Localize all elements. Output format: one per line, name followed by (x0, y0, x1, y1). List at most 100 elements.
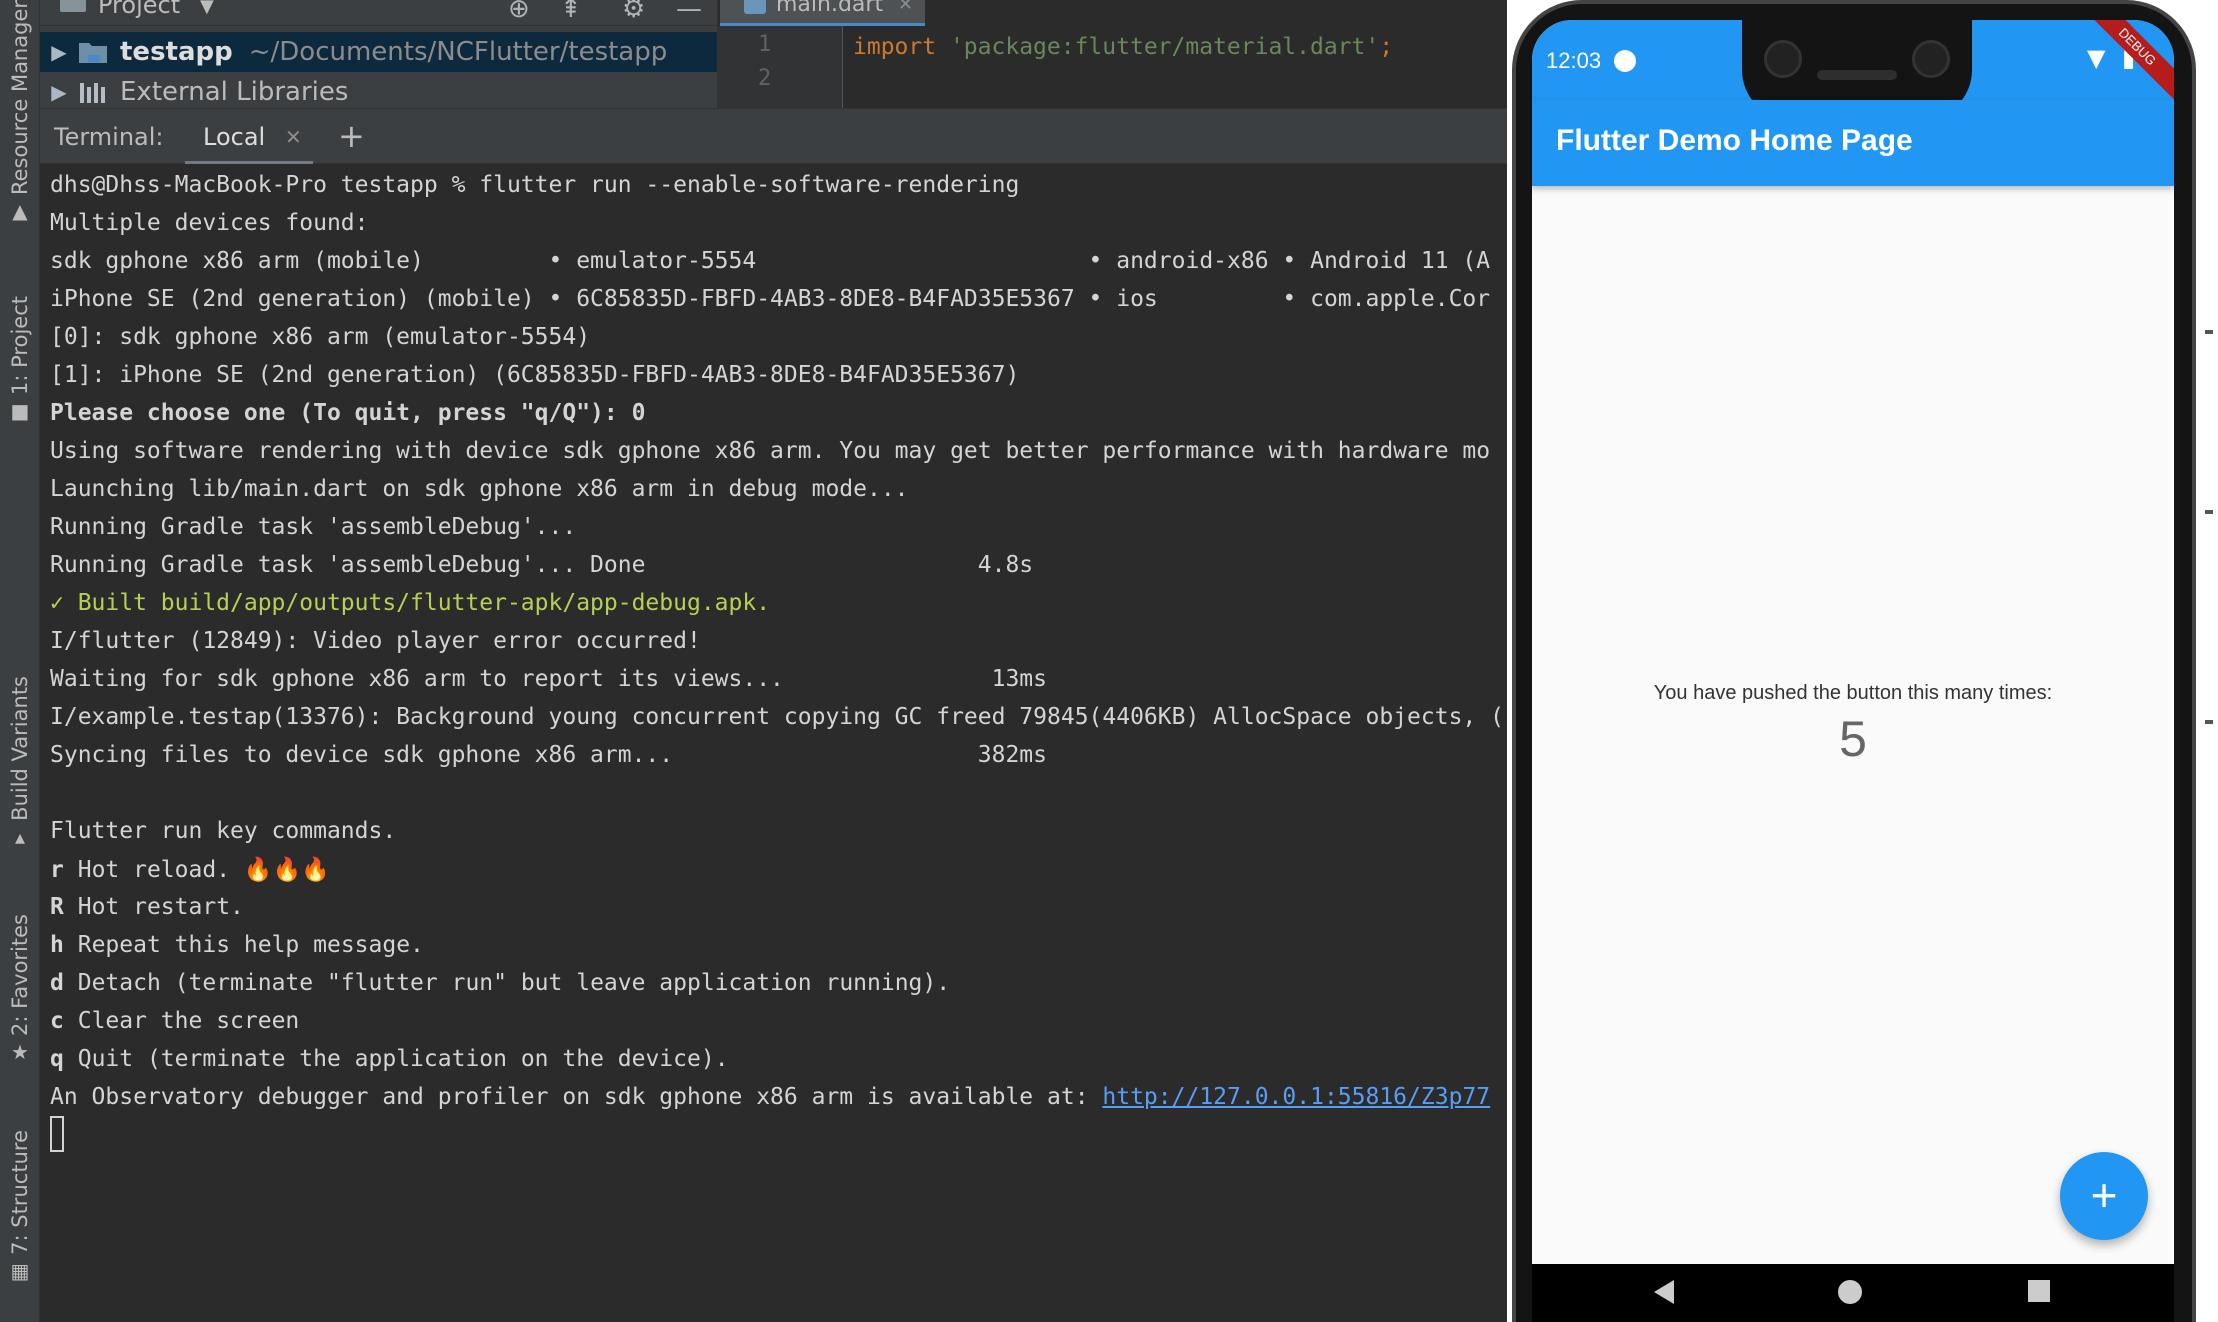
command-desc: Repeat this help message. (77, 932, 424, 958)
emulator-side-button[interactable] (2205, 330, 2213, 334)
camera-icon (1764, 40, 1802, 78)
minimize-icon[interactable]: — (676, 0, 702, 24)
terminal-tab-bar: Terminal: Local ✕ + (40, 108, 1507, 165)
tool-tab-build-variants[interactable]: Build Variants ▴ (0, 676, 40, 847)
terminal-line-success: ✓ Built build/app/outputs/flutter-apk/ap… (50, 590, 771, 616)
status-notification-icon (1614, 50, 1636, 72)
tab-local[interactable]: Local ✕ (185, 109, 313, 165)
dart-file-icon (744, 0, 766, 14)
tool-tab-resource-manager[interactable]: Resource Manager ▲ (0, 0, 40, 221)
command-key: h (50, 932, 64, 958)
home-icon[interactable] (1838, 1280, 1862, 1304)
app-bar: Flutter Demo Home Page (1532, 100, 2174, 186)
command-desc: Hot reload. 🔥🔥🔥 (77, 857, 330, 883)
camera-icon (1912, 40, 1950, 78)
recent-apps-icon[interactable] (2028, 1280, 2050, 1302)
expand-arrow-icon[interactable]: ▶ (40, 40, 78, 64)
terminal-cursor (50, 1116, 64, 1152)
tree-item-testapp[interactable]: ▶ testapp ~/Documents/NCFlutter/testapp (40, 32, 717, 72)
tool-tab-label: Resource Manager (8, 0, 32, 196)
folder-icon: ■ (10, 398, 30, 423)
line-number: 1 (758, 32, 772, 57)
terminal-line: Waiting for sdk gphone x86 arm to report… (50, 666, 1047, 692)
close-icon[interactable]: ✕ (898, 0, 913, 15)
command-desc: Clear the screen (77, 1008, 300, 1034)
terminal-line: Launching lib/main.dart on sdk gphone x8… (50, 476, 909, 502)
counter-value: 5 (1839, 711, 1867, 767)
command-key: d (50, 970, 64, 996)
libraries-icon (80, 83, 105, 103)
code-editor: main.dart ✕ 1 2 import 'package:flutter/… (717, 0, 1507, 108)
terminal-line: I/flutter (12849): Video player error oc… (50, 628, 701, 654)
command-key: r (50, 857, 64, 883)
status-time: 12:03 (1546, 48, 1602, 73)
android-nav-bar (1532, 1264, 2174, 1322)
terminal-line: An Observatory debugger and profiler on … (50, 1084, 1490, 1110)
terminal-line: dhs@Dhss-MacBook-Pro testapp % flutter r… (50, 172, 1020, 198)
terminal-line: sdk gphone x86 arm (mobile) • emulator-5… (50, 248, 1491, 274)
app-bar-title: Flutter Demo Home Page (1556, 124, 1913, 157)
terminal-line-command: q Quit (terminate the application on the… (50, 1046, 729, 1072)
code-punctuation: ; (1379, 34, 1394, 60)
tool-tab-label: 1: Project (8, 296, 32, 395)
module-folder-icon (79, 43, 107, 63)
project-panel-header: Project ▼ ⊕ ⇞ ⚙ — (40, 0, 717, 26)
editor-tab-label: main.dart (776, 0, 884, 17)
terminal-line: Running Gradle task 'assembleDebug'... (50, 514, 577, 540)
tool-tab-favorites[interactable]: 2: Favorites ★ (0, 914, 40, 1062)
collapse-all-icon[interactable]: ⇞ (560, 0, 582, 24)
tree-item-path: ~/Documents/NCFlutter/testapp (248, 37, 668, 67)
command-desc: Hot restart. (77, 894, 244, 920)
structure-icon: ▦ (10, 1258, 30, 1283)
speaker-grille (1817, 70, 1897, 80)
tree-item-name: testapp (120, 37, 233, 67)
tool-tab-project[interactable]: 1: Project ■ (0, 296, 40, 421)
line-number-gutter: 1 2 (718, 26, 843, 108)
emulator-side-button[interactable] (2205, 720, 2213, 724)
tree-item-external-libraries[interactable]: ▶ External Libraries (40, 72, 717, 112)
terminal-line-command: R Hot restart. (50, 894, 244, 920)
counter-label: You have pushed the button this many tim… (1653, 682, 2053, 704)
code-line[interactable]: import 'package:flutter/material.dart'; (853, 34, 1393, 60)
emulator-side-button[interactable] (2205, 510, 2213, 514)
tool-tab-label: Build Variants (8, 676, 32, 821)
build-variants-icon: ▴ (14, 824, 26, 849)
project-view-icon (60, 0, 86, 12)
observatory-text: An Observatory debugger and profiler on … (50, 1084, 1103, 1110)
gear-icon[interactable]: ⚙ (622, 0, 645, 24)
terminal-line: Flutter run key commands. (50, 818, 397, 844)
phone-screen: 12:03 ▼ ▮ DEBUG Flutter Demo Home Page Y… (1532, 20, 2174, 1322)
terminal-output[interactable]: dhs@Dhss-MacBook-Pro testapp % flutter r… (40, 164, 1507, 1322)
editor-tab-main-dart[interactable]: main.dart ✕ (720, 0, 925, 26)
chevron-down-icon[interactable]: ▼ (200, 0, 214, 17)
wifi-icon: ▼ (2087, 44, 2106, 72)
back-icon[interactable] (1654, 1280, 1674, 1304)
terminal-line-command: c Clear the screen (50, 1008, 299, 1034)
tree-item-name: External Libraries (120, 77, 349, 107)
line-number: 2 (758, 66, 772, 91)
expand-arrow-icon[interactable]: ▶ (40, 80, 78, 104)
terminal-line-command: h Repeat this help message. (50, 932, 424, 958)
terminal-line: [1]: iPhone SE (2nd generation) (6C85835… (50, 362, 1020, 388)
code-keyword: import (853, 34, 937, 60)
increment-button[interactable]: + (2060, 1152, 2148, 1240)
command-desc: Quit (terminate the application on the d… (77, 1046, 729, 1072)
tool-tab-structure[interactable]: 7: Structure ▦ (0, 1130, 40, 1281)
command-desc: Detach (terminate "flutter run" but leav… (77, 970, 951, 996)
command-key: q (50, 1046, 64, 1072)
left-tool-strip: Resource Manager ▲ 1: Project ■ Build Va… (0, 0, 40, 1322)
new-terminal-button[interactable]: + (338, 117, 365, 155)
terminal-title: Terminal: (54, 123, 164, 151)
terminal-line: Multiple devices found: (50, 210, 369, 236)
terminal-line: Using software rendering with device sdk… (50, 438, 1491, 464)
project-view-selector[interactable]: Project (98, 0, 180, 19)
locate-icon[interactable]: ⊕ (508, 0, 530, 24)
command-key: c (50, 1008, 64, 1034)
terminal-line-command: d Detach (terminate "flutter run" but le… (50, 970, 950, 996)
tab-local-label: Local (203, 123, 266, 151)
observatory-link[interactable]: http://127.0.0.1:55816/Z3p77 (1102, 1084, 1490, 1110)
terminal-line: [0]: sdk gphone x86 arm (emulator-5554) (50, 324, 591, 350)
close-icon[interactable]: ✕ (285, 125, 302, 149)
terminal-line: Syncing files to device sdk gphone x86 a… (50, 742, 1047, 768)
terminal-line: iPhone SE (2nd generation) (mobile) • 6C… (50, 286, 1491, 312)
